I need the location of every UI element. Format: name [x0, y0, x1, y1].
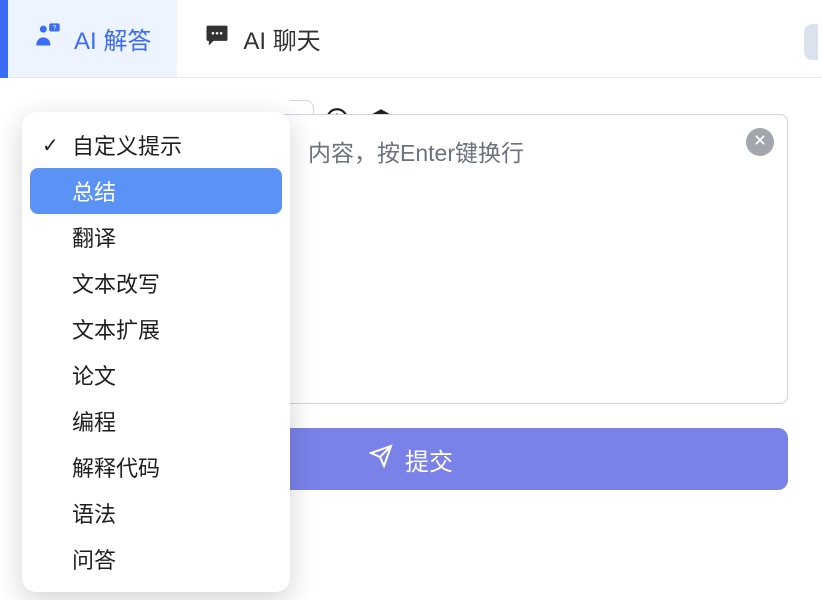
menu-item-label: 文本改写 — [72, 267, 160, 299]
submit-label: 提交 — [405, 442, 453, 477]
menu-item[interactable]: 问答 — [30, 536, 282, 582]
person-question-icon: ? — [34, 21, 62, 56]
svg-text:?: ? — [52, 25, 56, 32]
chat-icon — [203, 21, 231, 56]
send-icon — [369, 444, 393, 475]
menu-item[interactable]: 编程 — [30, 398, 282, 444]
menu-item[interactable]: 文本改写 — [30, 260, 282, 306]
tab-ai-chat[interactable]: AI 聊天 — [177, 0, 346, 77]
tab-ai-answer[interactable]: ? AI 解答 — [8, 0, 177, 77]
menu-item-label: 自定义提示 — [72, 129, 182, 161]
menu-item[interactable]: 论文 — [30, 352, 282, 398]
menu-item-label: 解释代码 — [72, 451, 160, 483]
menu-item[interactable]: 总结 — [30, 168, 282, 214]
active-tab-indicator — [0, 0, 8, 78]
menu-item-label: 文本扩展 — [72, 313, 160, 345]
menu-item-label: 编程 — [72, 405, 116, 437]
tab-label: AI 解答 — [74, 21, 151, 56]
close-icon — [753, 133, 767, 152]
toolbar — [0, 78, 822, 110]
menu-item-label: 总结 — [72, 175, 116, 207]
menu-item-label: 翻译 — [72, 221, 116, 253]
menu-item[interactable]: 解释代码 — [30, 444, 282, 490]
side-handle[interactable] — [804, 24, 818, 60]
menu-item-label: 论文 — [72, 359, 116, 391]
prompt-dropdown-menu: 自定义提示总结翻译文本改写文本扩展论文编程解释代码语法问答 — [22, 112, 290, 592]
menu-item[interactable]: 自定义提示 — [30, 122, 282, 168]
menu-item-label: 问答 — [72, 543, 116, 575]
menu-item[interactable]: 文本扩展 — [30, 306, 282, 352]
tabs-bar: ? AI 解答 AI 聊天 — [0, 0, 822, 78]
tab-label: AI 聊天 — [243, 21, 320, 56]
menu-item[interactable]: 语法 — [30, 490, 282, 536]
menu-item[interactable]: 翻译 — [30, 214, 282, 260]
clear-button[interactable] — [746, 128, 774, 156]
menu-item-label: 语法 — [72, 497, 116, 529]
